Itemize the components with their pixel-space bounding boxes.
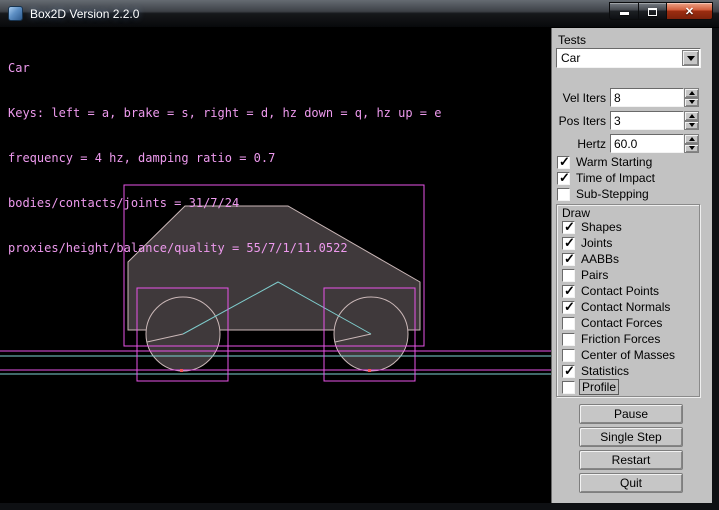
- checkbox-center-of-masses[interactable]: Center of Masses: [562, 348, 675, 362]
- checkbox-box: [562, 253, 575, 266]
- checkbox-label: Warm Starting: [576, 155, 652, 169]
- debug-text-line: Car: [8, 61, 441, 76]
- checkbox-label: Contact Forces: [581, 316, 662, 330]
- maximize-button[interactable]: [639, 2, 667, 20]
- checkbox-friction-forces[interactable]: Friction Forces: [562, 332, 660, 346]
- debug-text-line: Keys: left = a, brake = s, right = d, hz…: [8, 106, 441, 121]
- checkbox-profile[interactable]: Profile: [562, 380, 619, 394]
- app-window: Box2D Version 2.2.0 ✕: [0, 0, 719, 510]
- hertz-input[interactable]: [610, 134, 684, 153]
- checkbox-aabbs[interactable]: AABBs: [562, 252, 619, 266]
- checkbox-label: Profile: [579, 379, 619, 395]
- minimize-button[interactable]: [609, 2, 639, 20]
- window-frame-bottom: [0, 503, 719, 510]
- checkbox-box: [557, 188, 570, 201]
- tests-dropdown-value: Car: [561, 51, 580, 65]
- vel-iters-spin-up[interactable]: [684, 88, 699, 98]
- vel-iters-input[interactable]: [610, 88, 684, 107]
- dropdown-arrow-button[interactable]: [682, 50, 699, 66]
- checkbox-label: Center of Masses: [581, 348, 675, 362]
- checkbox-statistics[interactable]: Statistics: [562, 364, 629, 378]
- checkbox-box: [562, 237, 575, 250]
- restart-button[interactable]: Restart: [579, 450, 683, 470]
- vel-iters-spin-down[interactable]: [684, 98, 699, 108]
- checkbox-contact-forces[interactable]: Contact Forces: [562, 316, 662, 330]
- checkbox-box: [557, 156, 570, 169]
- checkbox-warm-starting[interactable]: Warm Starting: [557, 155, 652, 169]
- checkbox-sub-stepping[interactable]: Sub-Stepping: [557, 187, 649, 201]
- checkbox-box: [562, 317, 575, 330]
- checkbox-box: [562, 333, 575, 346]
- hertz-label: Hertz: [552, 137, 606, 151]
- minimize-icon: [620, 12, 629, 15]
- quit-button[interactable]: Quit: [579, 473, 683, 493]
- checkbox-pairs[interactable]: Pairs: [562, 268, 608, 282]
- single-step-button[interactable]: Single Step: [579, 427, 683, 447]
- tests-dropdown[interactable]: Car: [556, 48, 701, 68]
- debug-text-line: proxies/height/balance/quality = 55/7/1/…: [8, 241, 441, 256]
- checkbox-label: Pairs: [581, 268, 608, 282]
- pos-iters-spin-up[interactable]: [684, 111, 699, 121]
- checkbox-label: Shapes: [581, 220, 622, 234]
- control-panel: Tests Car Vel Iters Pos Iters Hertz: [551, 28, 712, 503]
- vel-iters-label: Vel Iters: [552, 91, 606, 105]
- checkbox-box: [562, 365, 575, 378]
- hertz-spin-up[interactable]: [684, 134, 699, 144]
- hertz-spinner: [684, 134, 699, 153]
- checkbox-shapes[interactable]: Shapes: [562, 220, 622, 234]
- titlebar[interactable]: Box2D Version 2.2.0 ✕: [0, 0, 719, 28]
- checkbox-label: Joints: [581, 236, 612, 250]
- maximize-icon: [648, 8, 657, 16]
- pos-iters-spin-down[interactable]: [684, 121, 699, 131]
- checkbox-contact-points[interactable]: Contact Points: [562, 284, 659, 298]
- checkbox-label: Statistics: [581, 364, 629, 378]
- vel-iters-spinner: [684, 88, 699, 107]
- debug-text-line: bodies/contacts/joints = 31/7/24: [8, 196, 441, 211]
- checkbox-box: [562, 301, 575, 314]
- pause-button[interactable]: Pause: [579, 404, 683, 424]
- debug-text-block: Car Keys: left = a, brake = s, right = d…: [8, 31, 441, 286]
- checkbox-label: Sub-Stepping: [576, 187, 649, 201]
- close-icon: ✕: [667, 5, 712, 18]
- pos-iters-input[interactable]: [610, 111, 684, 130]
- checkbox-box: [562, 269, 575, 282]
- checkbox-box: [562, 221, 575, 234]
- hertz-spin-down[interactable]: [684, 144, 699, 154]
- debug-text-line: frequency = 4 hz, damping ratio = 0.7: [8, 151, 441, 166]
- simulation-canvas[interactable]: Car Keys: left = a, brake = s, right = d…: [0, 28, 551, 503]
- close-button[interactable]: ✕: [667, 2, 713, 20]
- checkbox-box: [562, 349, 575, 362]
- contact-point-front: [368, 369, 371, 372]
- checkbox-label: AABBs: [581, 252, 619, 266]
- app-icon: [8, 6, 23, 21]
- window-title: Box2D Version 2.2.0: [30, 7, 139, 21]
- tests-label: Tests: [558, 33, 586, 47]
- checkbox-box: [562, 381, 575, 394]
- checkbox-box: [562, 285, 575, 298]
- checkbox-label: Contact Points: [581, 284, 659, 298]
- pos-iters-spinner: [684, 111, 699, 130]
- checkbox-label: Time of Impact: [576, 171, 655, 185]
- checkbox-time-of-impact[interactable]: Time of Impact: [557, 171, 655, 185]
- checkbox-contact-normals[interactable]: Contact Normals: [562, 300, 670, 314]
- contact-point-rear: [180, 369, 183, 372]
- checkbox-label: Friction Forces: [581, 332, 660, 346]
- window-controls: ✕: [609, 2, 713, 20]
- checkbox-joints[interactable]: Joints: [562, 236, 612, 250]
- pos-iters-label: Pos Iters: [552, 114, 606, 128]
- checkbox-box: [557, 172, 570, 185]
- checkbox-label: Contact Normals: [581, 300, 670, 314]
- window-frame-right: [712, 28, 719, 503]
